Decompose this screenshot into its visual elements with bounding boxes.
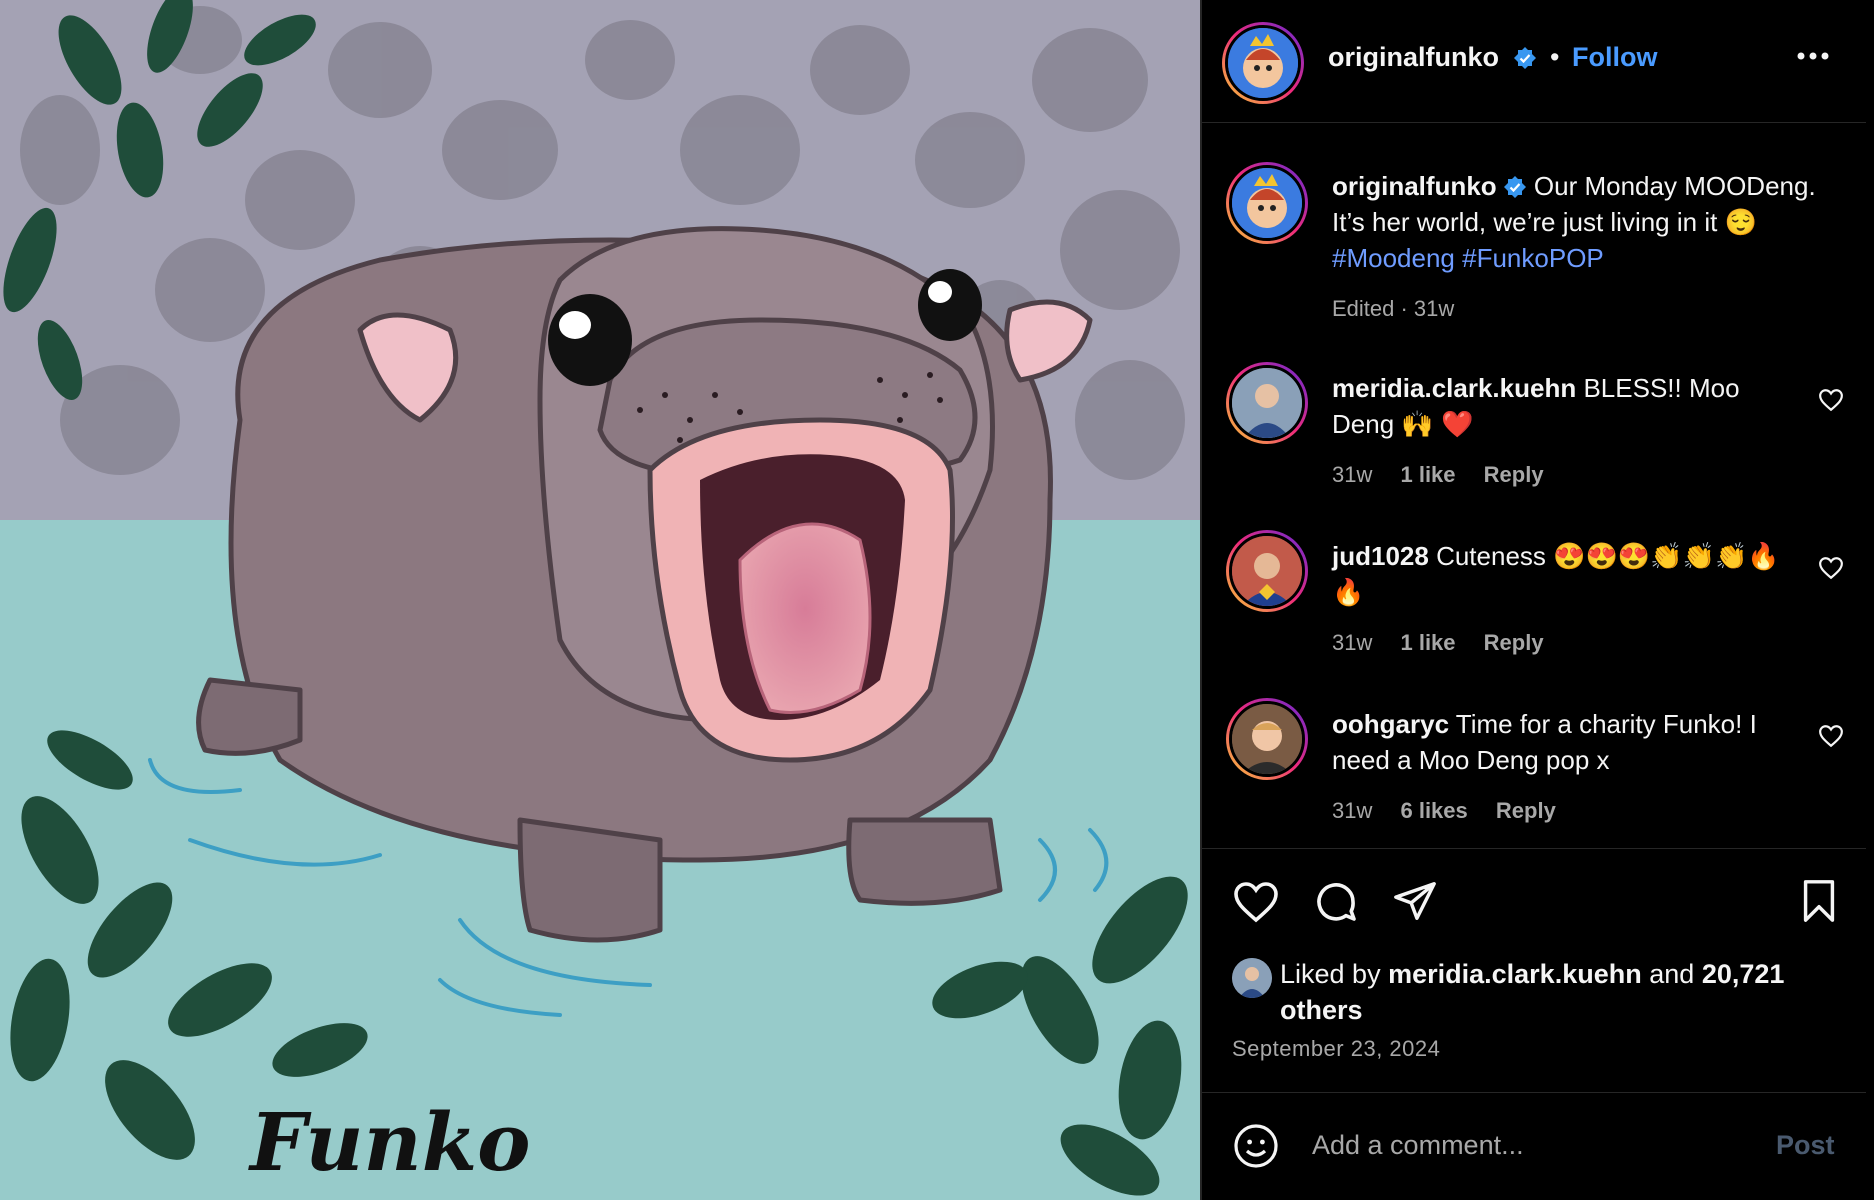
moodeng-illustration: Funko: [0, 0, 1200, 1200]
hashtag-link[interactable]: #FunkoPOP: [1462, 243, 1604, 273]
reply-button[interactable]: Reply: [1484, 462, 1544, 487]
follow-button[interactable]: Follow: [1572, 42, 1657, 73]
comment-likes[interactable]: 1 like: [1400, 630, 1455, 655]
liker-name[interactable]: meridia.clark.kuehn: [1388, 959, 1642, 989]
likes-conjunction: and: [1649, 959, 1695, 989]
footer-divider: [1200, 1092, 1866, 1093]
reply-button[interactable]: Reply: [1484, 630, 1544, 655]
reply-button[interactable]: Reply: [1496, 798, 1556, 823]
author-avatar[interactable]: [1222, 22, 1304, 104]
header-divider: [1200, 122, 1866, 123]
post-caption: originalfunko Our Monday MOODeng. It’s h…: [1332, 168, 1832, 276]
heart-icon[interactable]: [1818, 724, 1844, 753]
caption-author[interactable]: originalfunko: [1332, 171, 1497, 201]
likes-prefix: Liked by: [1280, 959, 1381, 989]
funko-logo: Funko: [248, 1095, 531, 1189]
post-date: September 23, 2024: [1232, 1036, 1441, 1061]
comment-body: jud1028 Cuteness 😍😍😍👏👏👏🔥🔥: [1332, 538, 1802, 610]
comment-time: 31w: [1332, 630, 1373, 655]
comment-avatar[interactable]: [1226, 530, 1308, 612]
separator-dot: •: [1550, 42, 1560, 72]
bookmark-icon[interactable]: [1798, 878, 1840, 929]
likes-summary: Liked by meridia.clark.kuehn and 20,721 …: [1280, 956, 1840, 1028]
post-comment-button[interactable]: Post: [1776, 1130, 1835, 1161]
post-sidebar: originalfunko • Follow originalfunko Our…: [1200, 0, 1874, 1200]
comment-author[interactable]: oohgaryc: [1332, 709, 1449, 739]
verified-badge-icon: [1513, 47, 1536, 69]
comment-meta: 31w 6 likes Reply: [1332, 798, 1578, 824]
funko-mascot-icon: [1228, 28, 1298, 98]
comment-meta: 31w 1 like Reply: [1332, 462, 1566, 488]
comment-time: 31w: [1332, 798, 1373, 823]
comment-body: oohgaryc Time for a charity Funko! I nee…: [1332, 706, 1802, 778]
liker-avatar[interactable]: [1232, 958, 1272, 998]
comment-avatar[interactable]: [1226, 362, 1308, 444]
user-photo-icon: [1232, 536, 1302, 606]
user-photo-icon: [1232, 958, 1272, 998]
send-icon[interactable]: [1392, 878, 1438, 929]
comment-author[interactable]: jud1028: [1332, 541, 1429, 571]
user-photo-icon: [1232, 704, 1302, 774]
comment-input[interactable]: Add a comment...: [1312, 1130, 1524, 1161]
more-horizontal-icon[interactable]: [1796, 48, 1830, 66]
funko-mascot-icon: [1232, 168, 1302, 238]
comment-likes[interactable]: 6 likes: [1400, 798, 1467, 823]
hashtag-link[interactable]: #Moodeng: [1332, 243, 1455, 273]
caption-avatar[interactable]: [1226, 162, 1308, 244]
comment-author[interactable]: meridia.clark.kuehn: [1332, 373, 1576, 403]
verified-badge-icon: [1503, 176, 1526, 198]
divider: [1200, 0, 1202, 1200]
comment-avatar[interactable]: [1226, 698, 1308, 780]
comment-body: meridia.clark.kuehn BLESS!! Moo Deng 🙌 ❤…: [1332, 370, 1802, 442]
post-author-name[interactable]: originalfunko: [1328, 42, 1537, 73]
instagram-post-view: Funko originalfunko • Follow originalfun…: [0, 0, 1874, 1200]
caption-meta: Edited · 31w: [1332, 296, 1455, 321]
emoji-icon[interactable]: [1232, 1122, 1280, 1175]
comments-divider: [1200, 848, 1866, 849]
comment-likes[interactable]: 1 like: [1400, 462, 1455, 487]
heart-icon[interactable]: [1818, 388, 1844, 417]
comment-icon[interactable]: [1312, 878, 1360, 931]
heart-icon[interactable]: [1818, 556, 1844, 585]
comment-time: 31w: [1332, 462, 1373, 487]
user-photo-icon: [1232, 368, 1302, 438]
comment-meta: 31w 1 like Reply: [1332, 630, 1566, 656]
post-image[interactable]: Funko: [0, 0, 1200, 1200]
heart-icon[interactable]: [1232, 880, 1280, 929]
